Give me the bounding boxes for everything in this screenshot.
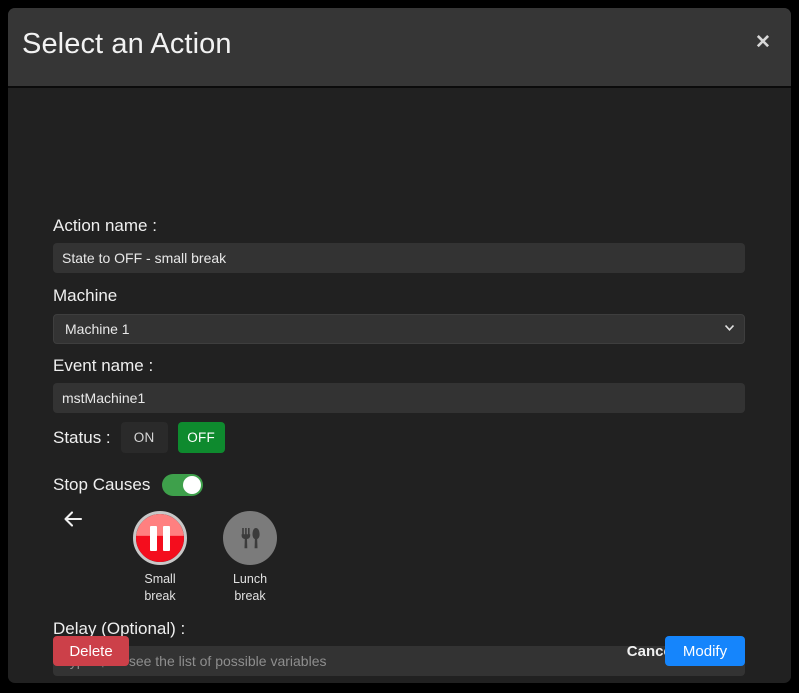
- stop-causes-toggle[interactable]: [162, 474, 204, 496]
- status-off-button[interactable]: OFF: [177, 422, 225, 453]
- machine-select[interactable]: Machine 1: [53, 314, 745, 344]
- stop-cause-label: Lunch break: [209, 571, 291, 605]
- stop-causes-row: Stop Causes: [53, 474, 204, 496]
- stop-cause-label-line1: Lunch: [232, 572, 268, 586]
- dialog-footer: Delete Cancel Modify: [8, 626, 791, 681]
- stop-cause-label-line1: Small: [144, 572, 176, 586]
- stop-cause-icon-wrap: [133, 511, 187, 565]
- event-name-input[interactable]: [53, 383, 745, 413]
- stop-cause-small-break[interactable]: Small break: [119, 511, 201, 605]
- status-label: Status :: [53, 427, 111, 447]
- action-name-input[interactable]: [53, 243, 745, 273]
- action-name-label: Action name :: [53, 216, 157, 235]
- pause-icon: [136, 514, 184, 562]
- select-action-dialog: Select an Action ✕ Action name : Machine…: [8, 8, 791, 683]
- pause-bars: [150, 525, 170, 551]
- dialog-header: Select an Action ✕: [8, 8, 791, 88]
- stop-cause-lunch-break[interactable]: Lunch break: [209, 511, 291, 605]
- machine-select-wrap: Machine 1: [53, 314, 745, 344]
- stop-cause-label-line2: break: [234, 589, 266, 603]
- status-row: Status : ON OFF: [53, 422, 225, 453]
- stop-causes-carousel: Small break Lunch break: [53, 498, 743, 608]
- arrow-left-icon[interactable]: [60, 505, 88, 533]
- stop-cause-label: Small break: [119, 571, 201, 605]
- stop-cause-label-line2: break: [144, 589, 176, 603]
- cutlery-icon: [223, 511, 277, 565]
- status-on-button[interactable]: ON: [120, 422, 168, 453]
- dialog-title: Select an Action: [22, 28, 232, 60]
- toggle-knob: [183, 476, 202, 494]
- stop-cause-icon-wrap: [223, 511, 277, 565]
- dialog-body: Action name : Machine Machine 1 Event na…: [8, 88, 791, 681]
- fork-knife-glyph: [235, 523, 265, 553]
- stop-causes-label: Stop Causes: [53, 475, 151, 494]
- modify-button[interactable]: Modify: [665, 636, 745, 666]
- close-icon[interactable]: ✕: [750, 30, 776, 56]
- delete-button[interactable]: Delete: [53, 636, 129, 666]
- event-name-label: Event name :: [53, 356, 154, 375]
- machine-label: Machine: [53, 286, 118, 305]
